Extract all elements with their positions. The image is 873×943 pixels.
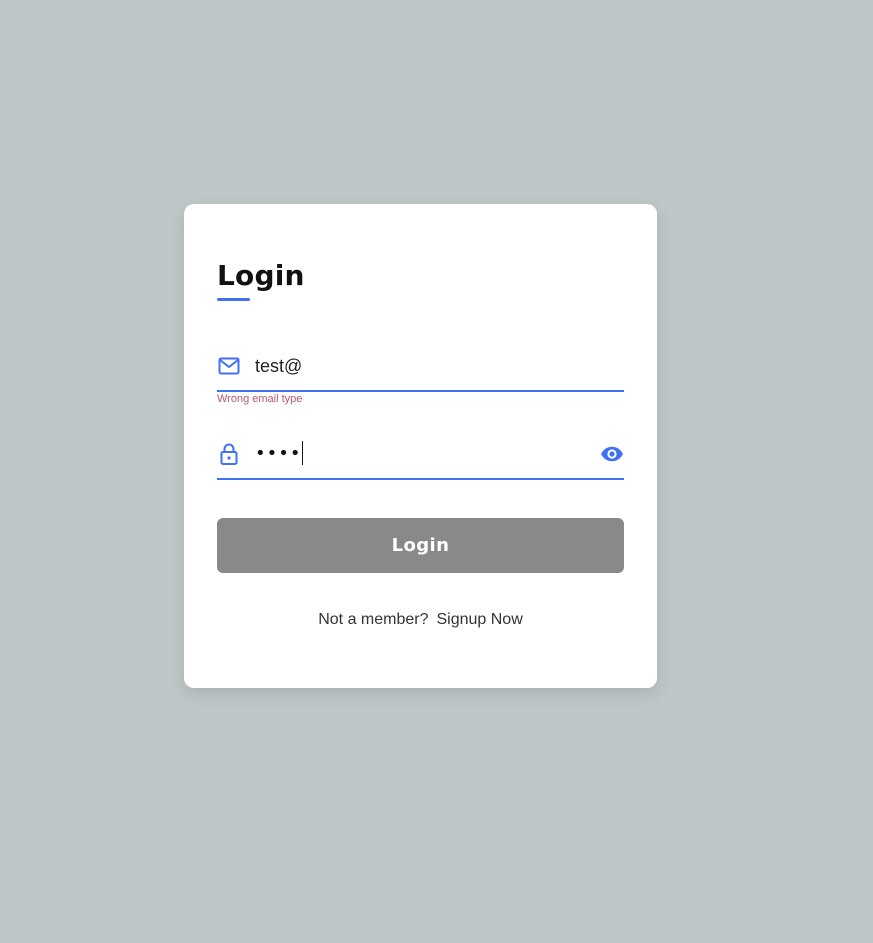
text-caret — [302, 441, 304, 465]
password-field[interactable]: •••• — [217, 428, 624, 480]
password-input[interactable]: •••• — [255, 440, 304, 468]
title-underline — [217, 298, 250, 301]
lock-icon — [217, 442, 241, 466]
email-error-message: Wrong email type — [217, 393, 303, 405]
email-field[interactable] — [217, 340, 624, 392]
password-masked-value: •••• — [255, 443, 302, 464]
page-title: Login — [217, 259, 305, 292]
mail-icon — [217, 354, 241, 378]
login-button[interactable]: Login — [217, 518, 624, 573]
signup-link[interactable]: Signup Now — [436, 611, 522, 628]
signup-prompt-text: Not a member? — [318, 611, 429, 628]
signup-prompt-line: Not a member? Signup Now — [184, 608, 657, 632]
login-card: Login Wrong email type •••• — [184, 204, 657, 688]
eye-icon[interactable] — [600, 442, 624, 466]
email-input[interactable] — [255, 350, 585, 382]
